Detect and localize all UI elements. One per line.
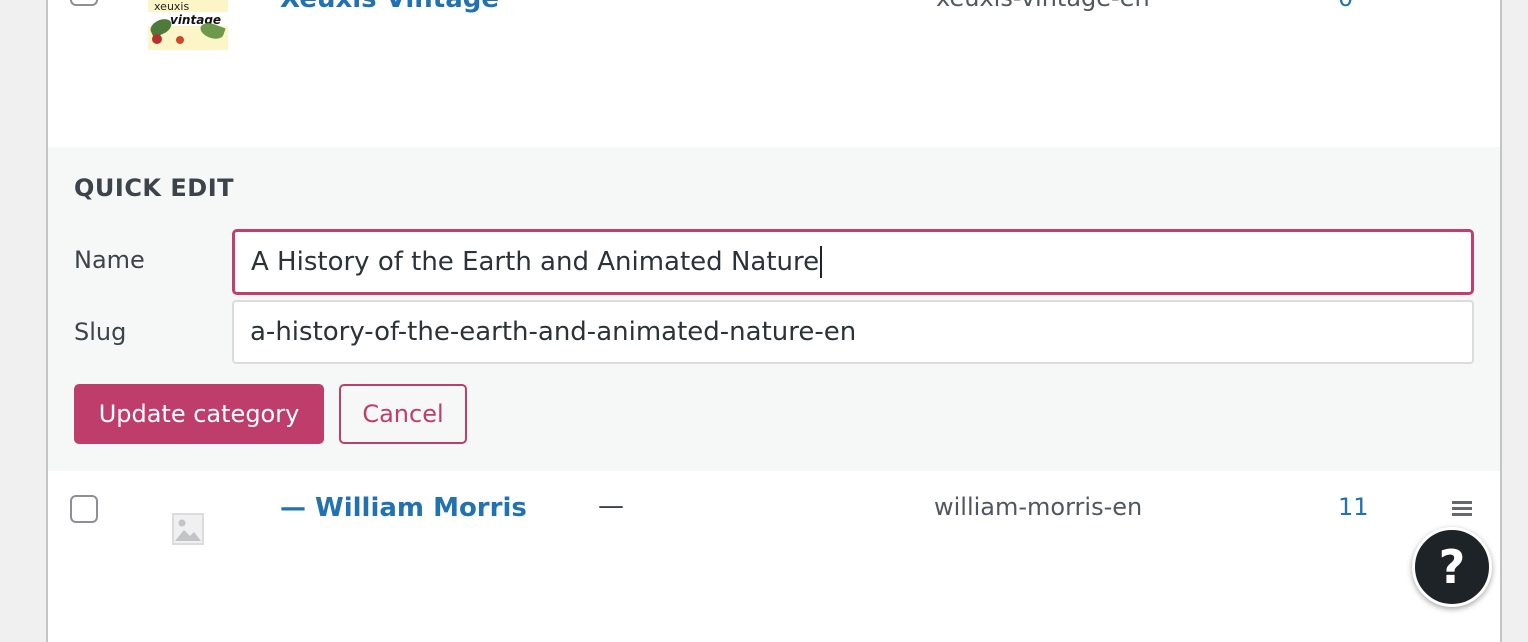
category-count-link[interactable]: 11: [1338, 493, 1369, 521]
quick-edit-title: QUICK EDIT: [74, 174, 235, 202]
help-button[interactable]: ?: [1412, 527, 1492, 607]
name-input[interactable]: A History of the Earth and Animated Natu…: [232, 229, 1474, 295]
category-description: —: [598, 491, 624, 521]
name-input-value: A History of the Earth and Animated Natu…: [251, 247, 820, 277]
category-name-link[interactable]: — William Morris: [280, 493, 527, 523]
table-row: xeuxis vintage Xeuxis Vintage xeuxis-vin…: [48, 0, 1500, 146]
category-name-link[interactable]: Xeuxis Vintage: [280, 0, 499, 14]
cancel-button[interactable]: Cancel: [339, 384, 467, 444]
image-placeholder-icon: [172, 513, 204, 545]
categories-table: xeuxis vintage Xeuxis Vintage xeuxis-vin…: [46, 0, 1502, 642]
category-slug: xeuxis-vintage-en: [936, 0, 1150, 12]
row-checkbox[interactable]: [70, 0, 98, 6]
category-count-link[interactable]: 0: [1338, 0, 1353, 12]
update-category-button[interactable]: Update category: [74, 384, 324, 444]
drag-handle-icon[interactable]: [1452, 501, 1472, 517]
category-thumbnail: xeuxis vintage: [148, 0, 228, 50]
table-row: — William Morris — william-morris-en 11: [48, 471, 1500, 642]
text-caret: [820, 246, 823, 278]
slug-input-value: a-history-of-the-earth-and-animated-natu…: [250, 317, 857, 347]
quick-edit-panel: QUICK EDIT Name A History of the Earth a…: [48, 147, 1500, 471]
row-checkbox[interactable]: [70, 495, 98, 523]
slug-input[interactable]: a-history-of-the-earth-and-animated-natu…: [232, 300, 1474, 364]
name-label: Name: [74, 246, 145, 274]
slug-label: Slug: [74, 318, 127, 346]
category-slug: william-morris-en: [934, 493, 1143, 521]
